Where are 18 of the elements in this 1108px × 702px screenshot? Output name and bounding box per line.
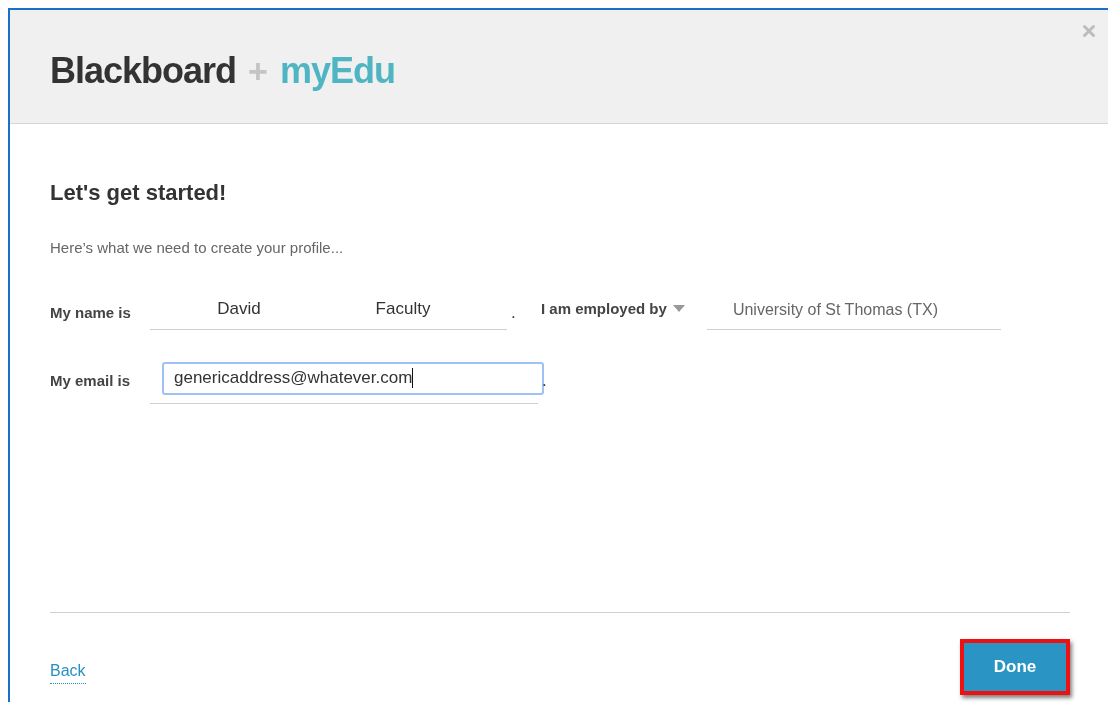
employer-field[interactable]: University of St Thomas (TX)	[706, 289, 1001, 330]
name-label: My name is	[50, 302, 132, 323]
first-name-field[interactable]: David	[150, 296, 328, 322]
heading: Let's get started!	[50, 179, 228, 207]
caret-icon	[672, 305, 685, 313]
period-text: .	[542, 369, 547, 392]
brand-logo-text: Blackboard	[50, 49, 237, 93]
text-cursor	[412, 368, 414, 388]
employer-dropdown[interactable]: I am employed by	[541, 297, 685, 320]
email-field[interactable]: genericaddress@whatever.com	[162, 361, 544, 395]
close-button[interactable]	[1080, 22, 1098, 40]
intro-text: Here’s what we need to create your profile...	[50, 238, 345, 258]
back-link[interactable]: Back	[50, 659, 86, 684]
plus-sign: +	[248, 50, 268, 92]
period-text: .	[511, 301, 517, 324]
email-label: My email is	[50, 370, 132, 391]
partner-logo-text: myEdu	[279, 49, 395, 93]
last-name-field[interactable]: Faculty	[328, 296, 478, 322]
